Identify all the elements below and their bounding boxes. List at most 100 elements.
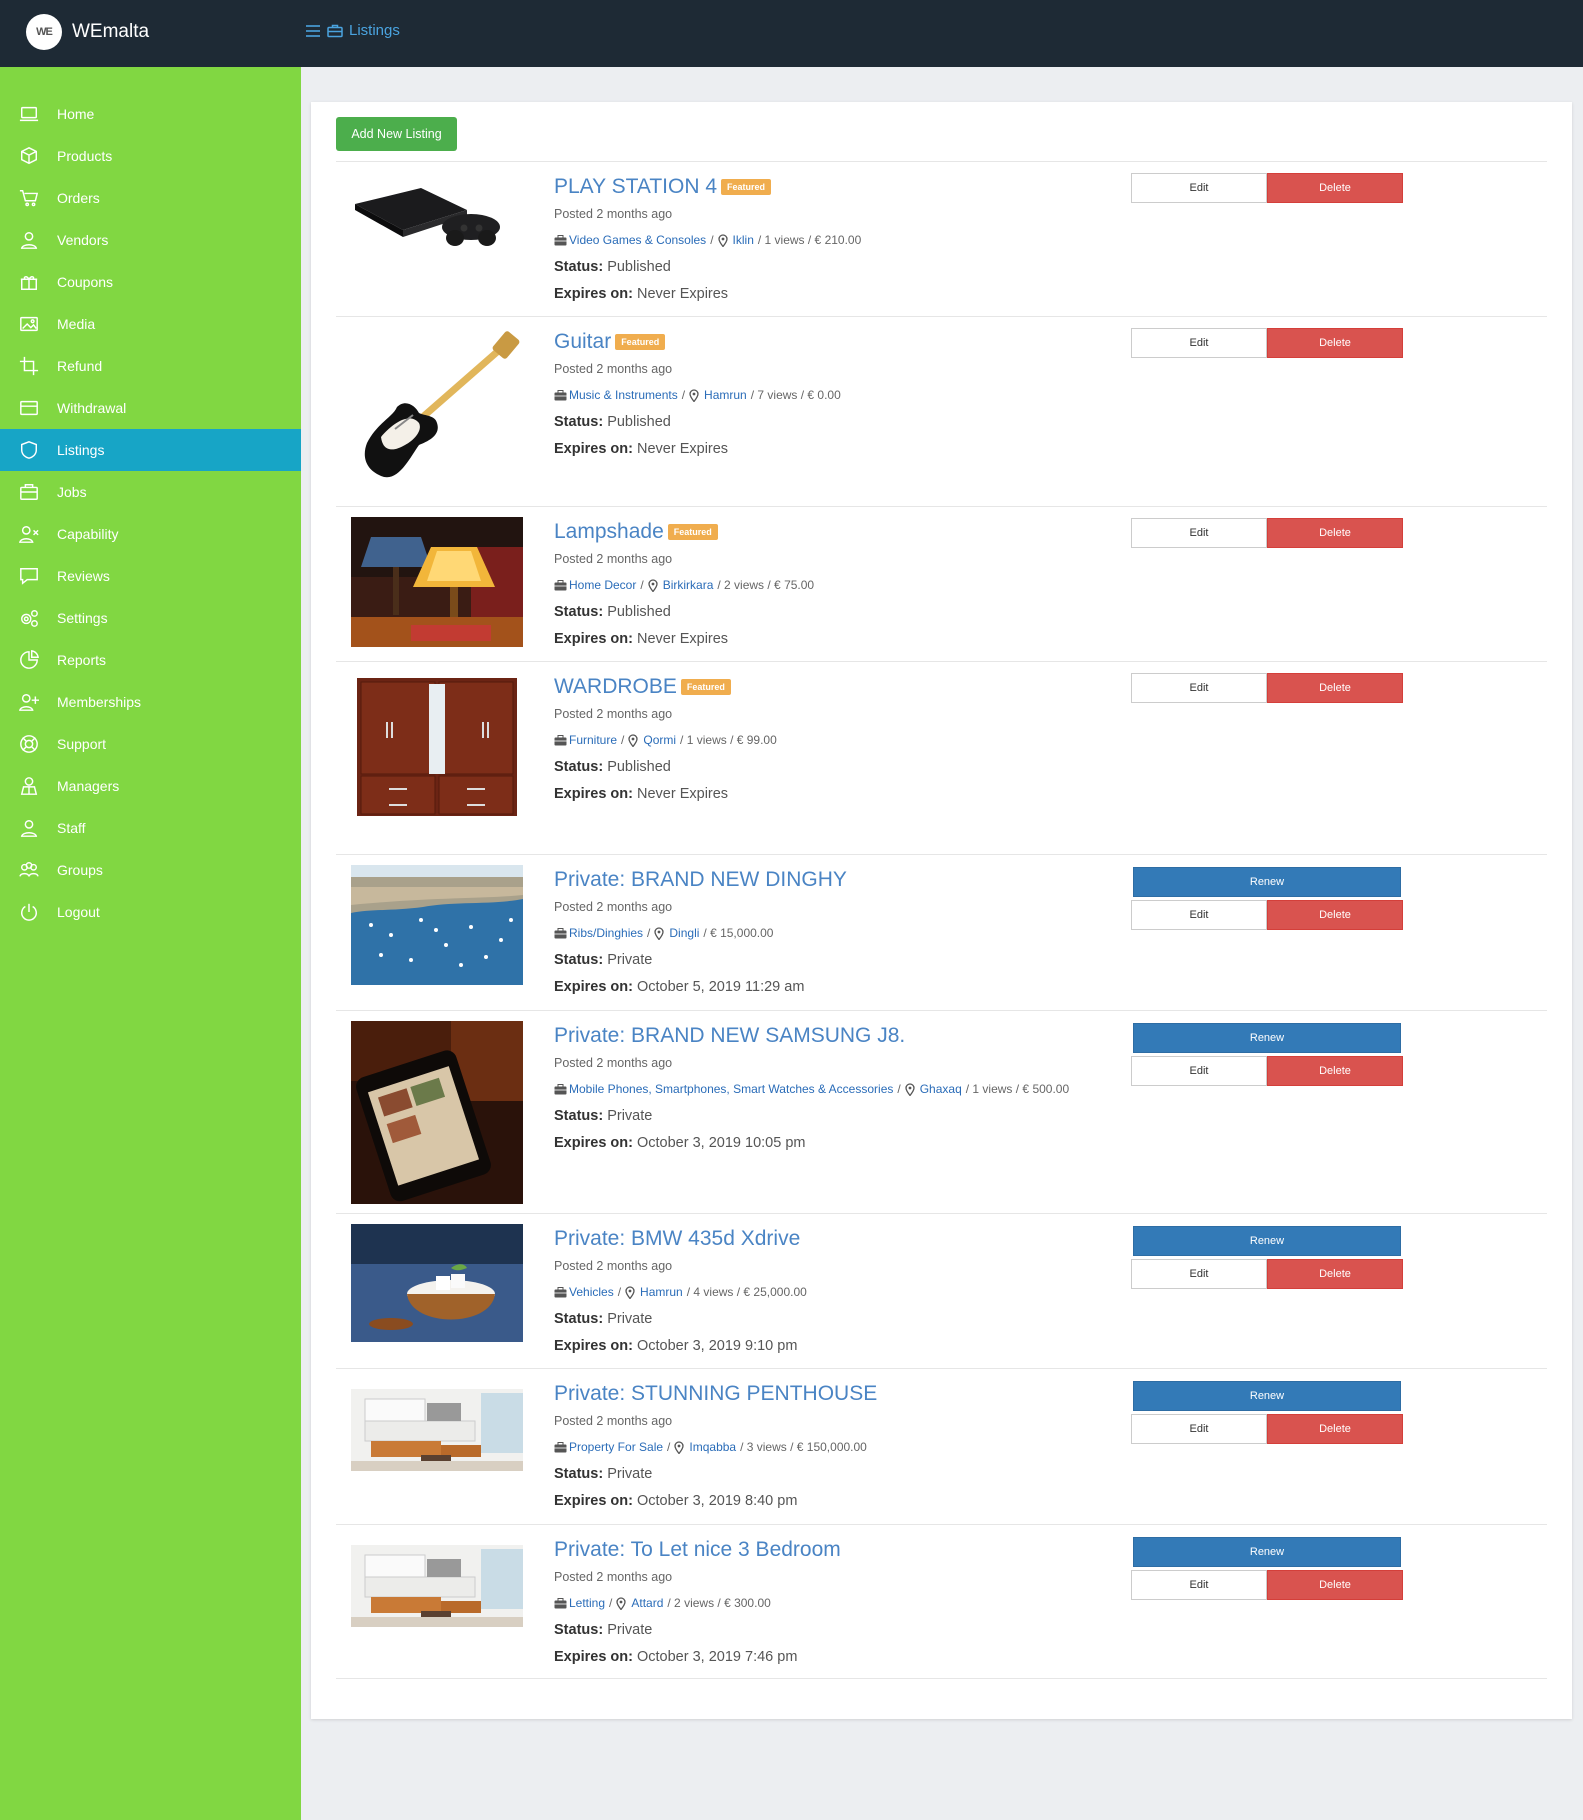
category-link[interactable]: Home Decor <box>569 574 636 596</box>
location-link[interactable]: Hamrun <box>704 384 747 406</box>
sidebar-item-listings[interactable]: Listings <box>0 429 301 471</box>
category-link[interactable]: Letting <box>569 1592 605 1614</box>
listing-info: WARDROBE Featured Posted 2 months ago Furni… <box>554 674 777 805</box>
sidebar-item-orders[interactable]: Orders <box>0 177 301 219</box>
listing-title[interactable]: Private: BRAND NEW SAMSUNG J8. <box>554 1024 905 1048</box>
sidebar-item-label: Support <box>57 736 107 752</box>
sidebar-item-withdrawal[interactable]: Withdrawal <box>0 387 301 429</box>
renew-button[interactable]: Renew <box>1133 1023 1401 1053</box>
listing-thumbnail[interactable] <box>351 325 523 485</box>
listing-title[interactable]: Private: BRAND NEW DINGHY <box>554 868 847 892</box>
category-link[interactable]: Property For Sale <box>569 1436 663 1458</box>
listing-title[interactable]: PLAY STATION 4 <box>554 175 717 199</box>
sidebar-item-label: Staff <box>57 820 86 836</box>
listing-stats: / 1 views / € 99.00 <box>680 733 777 747</box>
listing-thumbnail[interactable] <box>351 517 523 647</box>
posted-date: Posted 2 months ago <box>554 707 673 721</box>
breadcrumb-label[interactable]: Listings <box>349 22 400 39</box>
users-icon <box>18 859 40 881</box>
listing-title[interactable]: Guitar <box>554 330 611 354</box>
category-link[interactable]: Ribs/Dinghies <box>569 922 643 944</box>
listing-title[interactable]: Private: To Let nice 3 Bedroom <box>554 1538 841 1562</box>
sidebar-item-refund[interactable]: Refund <box>0 345 301 387</box>
category-link[interactable]: Video Games & Consoles <box>569 229 706 251</box>
sidebar-item-capability[interactable]: Capability <box>0 513 301 555</box>
sidebar-item-settings[interactable]: Settings <box>0 597 301 639</box>
category-link[interactable]: Music & Instruments <box>569 384 678 406</box>
listing-status: Status: Published <box>554 601 814 623</box>
listing-thumbnail[interactable] <box>351 672 523 822</box>
sidebar-item-memberships[interactable]: Memberships <box>0 681 301 723</box>
location-link[interactable]: Ghaxaq <box>920 1078 962 1100</box>
sidebar-item-jobs[interactable]: Jobs <box>0 471 301 513</box>
listing-title[interactable]: WARDROBE <box>554 675 677 699</box>
delete-button[interactable]: Delete <box>1267 1414 1403 1444</box>
edit-button[interactable]: Edit <box>1131 1570 1267 1600</box>
cube-icon <box>18 145 40 167</box>
delete-button[interactable]: Delete <box>1267 1056 1403 1086</box>
edit-button[interactable]: Edit <box>1131 1056 1267 1086</box>
location-link[interactable]: Dingli <box>669 922 699 944</box>
delete-button[interactable]: Delete <box>1267 173 1403 203</box>
listing-thumbnail[interactable] <box>351 1379 523 1471</box>
listing-title[interactable]: Lampshade <box>554 520 664 544</box>
sidebar-item-label: Orders <box>57 190 100 206</box>
edit-button[interactable]: Edit <box>1131 1259 1267 1289</box>
add-new-listing-button[interactable]: Add New Listing <box>336 117 457 151</box>
delete-button[interactable]: Delete <box>1267 1259 1403 1289</box>
menu-icon[interactable] <box>305 24 321 38</box>
sidebar-item-reviews[interactable]: Reviews <box>0 555 301 597</box>
location-link[interactable]: Iklin <box>733 229 754 251</box>
listing-title[interactable]: Private: BMW 435d Xdrive <box>554 1227 800 1251</box>
listing-stats: / 2 views / € 300.00 <box>667 1596 771 1610</box>
listing-title[interactable]: Private: STUNNING PENTHOUSE <box>554 1382 877 1406</box>
sidebar-item-reports[interactable]: Reports <box>0 639 301 681</box>
renew-button[interactable]: Renew <box>1133 1381 1401 1411</box>
category-link[interactable]: Mobile Phones, Smartphones, Smart Watche… <box>569 1078 893 1100</box>
sidebar-item-staff[interactable]: Staff <box>0 807 301 849</box>
edit-button[interactable]: Edit <box>1131 328 1267 358</box>
delete-button[interactable]: Delete <box>1267 518 1403 548</box>
brand[interactable]: WE WEmalta <box>26 14 149 50</box>
listing-thumbnail[interactable] <box>351 1224 523 1342</box>
renew-button[interactable]: Renew <box>1133 1537 1401 1567</box>
status-value: Published <box>607 414 671 430</box>
sidebar-item-managers[interactable]: Managers <box>0 765 301 807</box>
sidebar-item-support[interactable]: Support <box>0 723 301 765</box>
location-link[interactable]: Attard <box>631 1592 663 1614</box>
listing-thumbnail[interactable] <box>351 865 523 985</box>
sidebar-item-media[interactable]: Media <box>0 303 301 345</box>
sidebar-item-vendors[interactable]: Vendors <box>0 219 301 261</box>
separator: / <box>667 1440 671 1454</box>
listing-thumbnail[interactable] <box>351 170 523 250</box>
edit-button[interactable]: Edit <box>1131 518 1267 548</box>
location-link[interactable]: Hamrun <box>640 1281 683 1303</box>
location-link[interactable]: Imqabba <box>689 1436 736 1458</box>
sidebar-item-products[interactable]: Products <box>0 135 301 177</box>
category-link[interactable]: Furniture <box>569 729 617 751</box>
listing-expiry: Expires on: October 3, 2019 9:10 pm <box>554 1335 807 1357</box>
sidebar-item-coupons[interactable]: Coupons <box>0 261 301 303</box>
delete-button[interactable]: Delete <box>1267 673 1403 703</box>
expires-value: October 3, 2019 8:40 pm <box>637 1493 798 1509</box>
edit-button[interactable]: Edit <box>1131 900 1267 930</box>
location-link[interactable]: Qormi <box>643 729 676 751</box>
category-link[interactable]: Vehicles <box>569 1281 614 1303</box>
listing-thumbnail[interactable] <box>351 1021 523 1204</box>
delete-button[interactable]: Delete <box>1267 900 1403 930</box>
sidebar-item-logout[interactable]: Logout <box>0 891 301 933</box>
listing-thumbnail[interactable] <box>351 1535 523 1627</box>
listing-expiry: Expires on: October 3, 2019 7:46 pm <box>554 1646 841 1668</box>
sidebar-item-home[interactable]: Home <box>0 93 301 135</box>
sidebar-item-label: Media <box>57 316 96 332</box>
delete-button[interactable]: Delete <box>1267 1570 1403 1600</box>
location-link[interactable]: Birkirkara <box>663 574 714 596</box>
edit-button[interactable]: Edit <box>1131 173 1267 203</box>
edit-button[interactable]: Edit <box>1131 1414 1267 1444</box>
delete-button[interactable]: Delete <box>1267 328 1403 358</box>
sidebar-item-groups[interactable]: Groups <box>0 849 301 891</box>
renew-button[interactable]: Renew <box>1133 1226 1401 1256</box>
map-marker-icon <box>616 1596 627 1610</box>
renew-button[interactable]: Renew <box>1133 867 1401 897</box>
edit-button[interactable]: Edit <box>1131 673 1267 703</box>
